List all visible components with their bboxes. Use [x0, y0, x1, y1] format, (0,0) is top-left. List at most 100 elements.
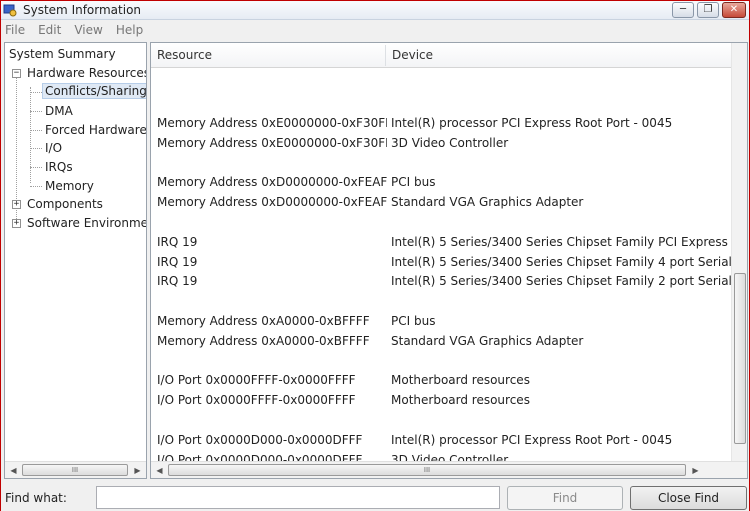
- find-bar: Find what: Find Close Find: [1, 483, 749, 511]
- list-row[interactable]: Memory Address 0xD0000000-0xFEAFFF... Sta…: [151, 192, 731, 212]
- list-row[interactable]: Memory Address 0xA0000-0xBFFFF PCI bus: [151, 311, 731, 331]
- tree-item-forced-hardware[interactable]: Forced Hardware: [45, 122, 146, 139]
- resource-cell: I/O Port 0x0000FFFF-0x0000FFFF: [157, 373, 356, 388]
- grip-icon: III: [423, 466, 431, 474]
- column-header-resource[interactable]: Resource: [157, 43, 212, 68]
- minimize-button[interactable]: ─: [672, 2, 694, 18]
- tree-connector: [30, 130, 42, 131]
- scroll-left-icon[interactable]: ◀: [5, 462, 22, 478]
- resource-cell: IRQ 19: [157, 234, 198, 249]
- tree-connector: [30, 87, 31, 183]
- tree-connector: [30, 148, 42, 149]
- device-cell: Intel(R) 5 Series/3400 Series Chipset Fa…: [391, 254, 731, 269]
- grip-icon: III: [71, 466, 79, 474]
- device-cell: 3D Video Controller: [391, 135, 509, 150]
- resource-cell: IRQ 19: [157, 274, 198, 289]
- tree-item-conflicts-sharing[interactable]: Conflicts/Sharing: [42, 83, 146, 100]
- list-row[interactable]: [151, 410, 731, 430]
- tree-item-components[interactable]: Components: [27, 196, 103, 213]
- scroll-right-icon[interactable]: ▶: [129, 462, 146, 478]
- resource-cell: Memory Address 0xA0000-0xBFFFF: [157, 333, 370, 348]
- scrollbar-thumb[interactable]: [734, 273, 746, 444]
- resource-cell: Memory Address 0xE0000000-0xF30FFFFF: [157, 116, 387, 130]
- device-cell: Motherboard resources: [391, 393, 530, 408]
- list-row[interactable]: IRQ 19 Intel(R) 5 Series/3400 Series Chip…: [151, 252, 731, 272]
- list-row[interactable]: Memory Address 0xE0000000-0xF30FFFFF Inte…: [151, 113, 731, 133]
- tree-item-label: DMA: [45, 104, 73, 118]
- list-row[interactable]: [151, 153, 731, 173]
- list-row[interactable]: I/O Port 0x0000D000-0x0000DFFF Intel(R) p…: [151, 430, 731, 450]
- close-find-button[interactable]: Close Find: [630, 486, 747, 510]
- expand-icon[interactable]: +: [12, 200, 21, 209]
- tree-connector: [30, 167, 42, 168]
- list-row[interactable]: I/O Port 0x0000FFFF-0x0000FFFF Motherboar…: [151, 390, 731, 410]
- resource-cell: Memory Address 0xD0000000-0xFEAFFF...: [157, 195, 387, 210]
- list-row[interactable]: IRQ 19 Intel(R) 5 Series/3400 Series Chip…: [151, 271, 731, 291]
- maximize-button[interactable]: ❐: [697, 2, 719, 18]
- list-row[interactable]: I/O Port 0x0000FFFF-0x0000FFFF Motherboar…: [151, 370, 731, 390]
- list-row[interactable]: [151, 212, 731, 232]
- tree-item-io[interactable]: I/O: [45, 140, 62, 157]
- tree-item-memory[interactable]: Memory: [45, 178, 94, 195]
- list-row[interactable]: I/O Port 0x0000D000-0x0000DFFF 3D Video C…: [151, 450, 731, 461]
- tree-item-system-summary[interactable]: System Summary: [9, 46, 116, 63]
- column-header-device[interactable]: Device: [392, 43, 433, 68]
- device-cell: Motherboard resources: [391, 373, 530, 388]
- restore-icon: ❐: [703, 4, 713, 15]
- list-row[interactable]: Memory Address 0xD0000000-0xFEAFFF... PCI…: [151, 172, 731, 192]
- find-button[interactable]: Find: [507, 486, 623, 510]
- device-cell: PCI bus: [391, 175, 436, 190]
- resource-list-panel: Resource Device Memory Address 0xE000000…: [150, 42, 748, 479]
- resource-list[interactable]: Memory Address 0xE0000000-0xF30FFFFF Inte…: [151, 69, 731, 461]
- tree-item-label: IRQs: [45, 160, 73, 174]
- list-vertical-scrollbar[interactable]: [731, 43, 747, 462]
- list-row[interactable]: [151, 351, 731, 371]
- tree-item-software-environment[interactable]: Software Environment: [27, 215, 146, 232]
- list-horizontal-scrollbar[interactable]: ◀ III ▶: [151, 461, 747, 478]
- menu-view[interactable]: View: [74, 23, 102, 37]
- tree-horizontal-scrollbar[interactable]: ◀ III ▶: [5, 461, 146, 478]
- menu-bar: File Edit View Help: [1, 20, 749, 39]
- menu-file[interactable]: File: [5, 23, 25, 37]
- list-row[interactable]: IRQ 19 Intel(R) 5 Series/3400 Series Chip…: [151, 232, 731, 252]
- list-row[interactable]: Memory Address 0xA0000-0xBFFFF Standard V…: [151, 331, 731, 351]
- device-cell: Standard VGA Graphics Adapter: [391, 195, 584, 210]
- close-icon: ✕: [729, 4, 739, 15]
- scroll-right-icon[interactable]: ▶: [687, 462, 704, 478]
- list-row[interactable]: Memory Address 0xE0000000-0xF30FFFFF 3D V…: [151, 133, 731, 153]
- list-row[interactable]: [151, 291, 731, 311]
- find-what-label: Find what:: [5, 491, 67, 505]
- scrollbar-thumb[interactable]: III: [168, 464, 686, 476]
- minimize-icon: ─: [679, 4, 687, 15]
- find-what-input[interactable]: [96, 486, 500, 509]
- resource-cell: Memory Address 0xA0000-0xBFFFF: [157, 314, 370, 328]
- collapse-icon[interactable]: −: [12, 69, 21, 78]
- tree-item-irqs[interactable]: IRQs: [45, 159, 73, 176]
- title-bar[interactable]: System Information ─ ❐ ✕: [1, 1, 749, 20]
- tree-connector: [30, 111, 42, 112]
- tree-item-hardware-resources[interactable]: Hardware Resources: [27, 65, 146, 82]
- system-information-app-icon: [3, 4, 17, 17]
- tree-item-label: Conflicts/Sharing: [42, 83, 146, 99]
- column-divider[interactable]: [385, 45, 386, 66]
- device-cell: PCI bus: [391, 314, 436, 328]
- tree-item-label: Components: [27, 197, 103, 211]
- close-window-button[interactable]: ✕: [722, 2, 746, 18]
- device-cell: Intel(R) processor PCI Express Root Port…: [391, 432, 673, 447]
- menu-edit[interactable]: Edit: [38, 23, 61, 37]
- resource-cell: I/O Port 0x0000FFFF-0x0000FFFF: [157, 393, 356, 408]
- tree-item-label: I/O: [45, 141, 63, 155]
- device-cell: 3D Video Controller: [391, 452, 509, 461]
- resource-cell: I/O Port 0x0000D000-0x0000DFFF: [157, 432, 363, 447]
- tree-item-dma[interactable]: DMA: [45, 103, 73, 120]
- category-tree[interactable]: System Summary − Hardware Resources Conf…: [4, 42, 147, 479]
- device-cell: Intel(R) 5 Series/3400 Series Chipset Fa…: [391, 234, 731, 249]
- list-header: Resource Device: [151, 43, 731, 68]
- tree-item-label: Memory: [45, 179, 94, 193]
- scrollbar-thumb[interactable]: III: [22, 464, 128, 476]
- menu-help[interactable]: Help: [116, 23, 143, 37]
- scroll-left-icon[interactable]: ◀: [151, 462, 168, 478]
- expand-icon[interactable]: +: [12, 219, 21, 228]
- resource-cell: I/O Port 0x0000D000-0x0000DFFF: [157, 452, 363, 461]
- resource-cell: Memory Address 0xE0000000-0xF30FFFFF: [157, 135, 387, 150]
